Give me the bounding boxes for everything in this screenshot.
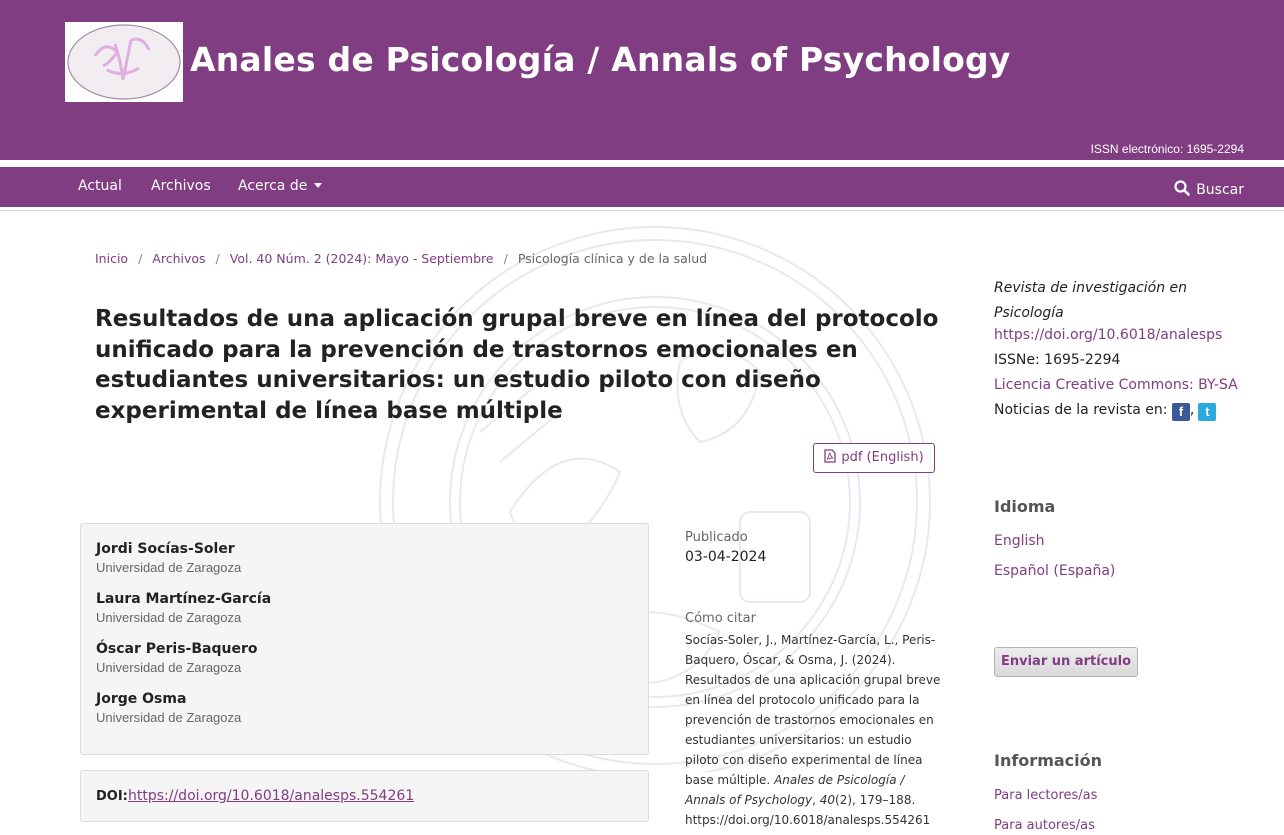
author-item: Óscar Peris-Baquero Universidad de Zarag…: [96, 641, 258, 675]
submit-article-button[interactable]: Enviar un artículo: [994, 647, 1138, 677]
doi-link[interactable]: https://doi.org/10.6018/analesps.554261: [128, 788, 414, 804]
breadcrumb-inicio[interactable]: Inicio: [95, 251, 128, 266]
language-spanish[interactable]: Español (España): [994, 563, 1115, 579]
breadcrumb-separator: /: [215, 251, 220, 266]
news-label: Noticias de la revista en:: [994, 402, 1168, 418]
language-english[interactable]: English: [994, 533, 1045, 549]
nav-item-archivos[interactable]: Archivos: [151, 178, 211, 194]
file-pdf-icon: [824, 449, 836, 463]
info-authors-link[interactable]: Para autores/as: [994, 818, 1095, 833]
main-nav: Actual Archivos Acerca de Buscar: [0, 167, 1284, 207]
author-name: Laura Martínez-García: [96, 591, 272, 607]
author-item: Laura Martínez-García Universidad de Zar…: [96, 591, 271, 625]
breadcrumb-separator: /: [503, 251, 508, 266]
author-item: Jorge Osma Universidad de Zaragoza: [96, 691, 241, 725]
pdf-download-button[interactable]: pdf (English): [813, 443, 935, 473]
author-affiliation: Universidad de Zaragoza: [96, 660, 242, 675]
information-heading: Información: [994, 751, 1103, 770]
article-title: Resultados de una aplicación grupal brev…: [95, 306, 939, 424]
nav-item-actual[interactable]: Actual: [78, 178, 122, 194]
journal-news: Noticias de la revista en: f,t: [994, 402, 1217, 421]
published-date: 03-04-2024: [685, 549, 767, 565]
author-name: Jordi Socías-Soler: [96, 541, 235, 557]
journal-doi-link[interactable]: https://doi.org/10.6018/analesps: [994, 327, 1222, 343]
author-affiliation: Universidad de Zaragoza: [96, 610, 242, 625]
author-item: Jordi Socías-Soler Universidad de Zarago…: [96, 541, 241, 575]
language-heading: Idioma: [994, 497, 1056, 516]
citation-label: Cómo citar: [685, 611, 756, 626]
author-affiliation: Universidad de Zaragoza: [96, 710, 242, 725]
info-readers-link[interactable]: Para lectores/as: [994, 788, 1097, 803]
pdf-download-label: pdf (English): [841, 450, 924, 465]
search-label: Buscar: [1196, 182, 1244, 198]
author-name: Óscar Peris-Baquero: [96, 641, 258, 657]
nav-divider: [0, 210, 1284, 211]
authors-panel: Jordi Socías-Soler Universidad de Zarago…: [80, 523, 649, 755]
site-header: Anales de Psicología / Annals of Psychol…: [0, 0, 1284, 160]
search-link[interactable]: Buscar: [1174, 178, 1244, 198]
doi-panel: DOI: https://doi.org/10.6018/analesps.55…: [80, 770, 649, 822]
doi-label: DOI:: [96, 789, 128, 804]
nav-item-acerca-de-label: Acerca de: [238, 178, 308, 194]
breadcrumb-issue[interactable]: Vol. 40 Núm. 2 (2024): Mayo - Septiembre: [230, 251, 494, 266]
search-icon: [1174, 180, 1190, 196]
news-separator: ,: [1189, 402, 1195, 418]
citation-text: Socías-Soler, J., Martínez-García, L., P…: [685, 630, 947, 830]
breadcrumb-archivos[interactable]: Archivos: [152, 251, 205, 266]
citation-separator: ,: [812, 793, 820, 807]
twitter-icon[interactable]: t: [1198, 403, 1217, 421]
published-label: Publicado: [685, 530, 748, 545]
breadcrumb-separator: /: [138, 251, 143, 266]
journal-description: Revista de investigación en Psicología: [994, 280, 1188, 321]
breadcrumb-section: Psicología clínica y de la salud: [517, 251, 708, 266]
header-divider: [0, 160, 1284, 167]
journal-logo[interactable]: [65, 22, 183, 102]
site-title[interactable]: Anales de Psicología / Annals of Psychol…: [190, 40, 1011, 79]
journal-issn: ISSNe: 1695-2294: [994, 352, 1121, 368]
license-link[interactable]: Licencia Creative Commons: BY-SA: [994, 377, 1238, 393]
chevron-down-icon: [314, 182, 323, 188]
author-affiliation: Universidad de Zaragoza: [96, 560, 242, 575]
facebook-icon[interactable]: f: [1171, 403, 1190, 421]
nav-item-acerca-de[interactable]: Acerca de: [238, 178, 323, 194]
citation-body: Socías-Soler, J., Martínez-García, L., P…: [685, 633, 941, 787]
author-name: Jorge Osma: [96, 691, 187, 707]
header-issn: ISSN electrónico: 1695-2294: [1090, 142, 1244, 156]
citation-volume: 40: [819, 793, 836, 807]
breadcrumb: Inicio / Archivos / Vol. 40 Núm. 2 (2024): M…: [95, 251, 707, 266]
